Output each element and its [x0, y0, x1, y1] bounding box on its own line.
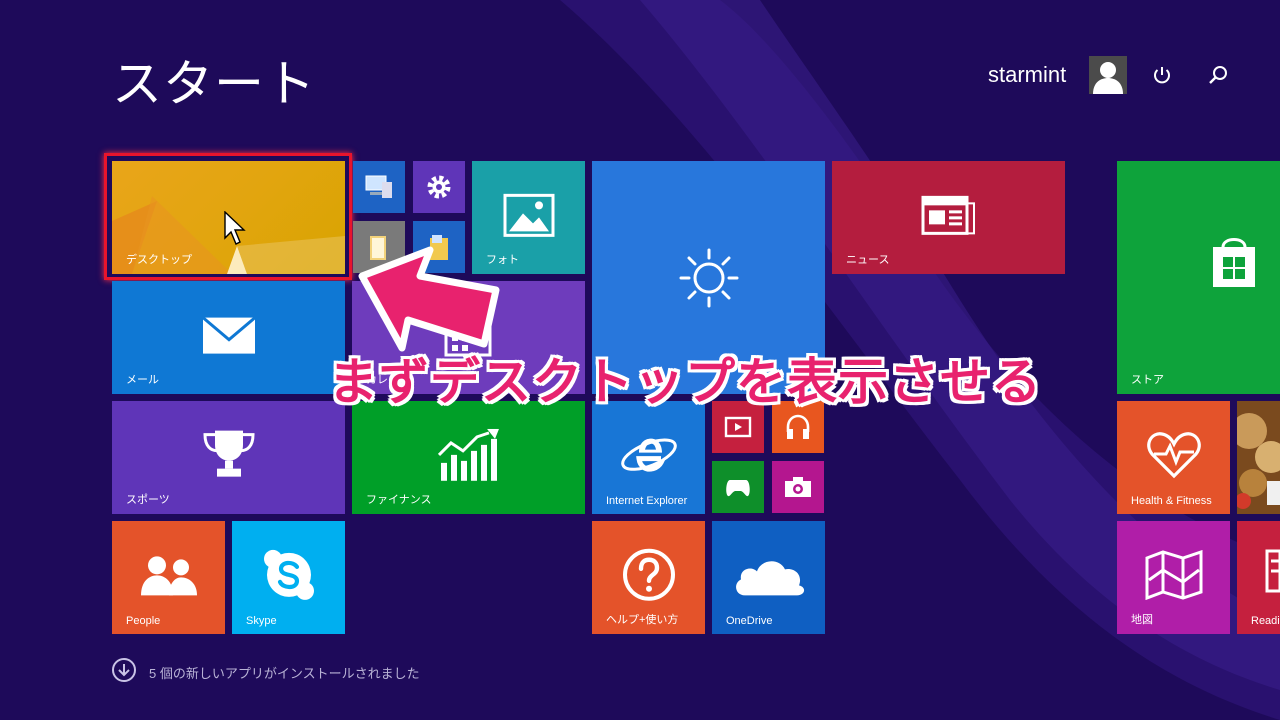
tile-settings[interactable] — [413, 161, 465, 213]
people-icon — [140, 555, 197, 595]
tile-reading-list[interactable]: Readi — [1237, 521, 1280, 634]
tile-onedrive[interactable]: OneDrive — [712, 521, 825, 634]
tile-news[interactable]: ニュース — [832, 161, 1065, 274]
skype-icon — [263, 549, 314, 600]
reading-list-icon — [1265, 549, 1280, 593]
power-icon[interactable] — [1149, 62, 1175, 88]
highlight-box — [104, 153, 352, 280]
tile-label: メール — [126, 374, 159, 386]
tile-internet-explorer[interactable]: Internet Explorer — [592, 401, 705, 514]
gear-icon — [427, 175, 451, 199]
tile-label: ニュース — [846, 254, 890, 266]
stock-chart-icon — [437, 428, 499, 481]
annotation-arrow — [358, 246, 500, 352]
tile-label: Internet Explorer — [606, 495, 688, 507]
tile-people[interactable]: People — [112, 521, 225, 634]
news-icon — [921, 195, 975, 235]
photo-icon — [503, 193, 554, 237]
tile-label: スポーツ — [126, 494, 170, 506]
tile-sports[interactable]: スポーツ — [112, 401, 345, 514]
tile-health-fitness[interactable]: Health & Fitness — [1117, 401, 1230, 514]
tile-help-tips[interactable]: ヘルプ+使い方 — [592, 521, 705, 634]
heart-rate-icon — [1146, 431, 1201, 478]
user-name[interactable]: starmint — [988, 62, 1066, 88]
search-icon[interactable] — [1205, 62, 1231, 88]
store-bag-icon — [1213, 238, 1255, 287]
help-question-icon — [622, 548, 675, 601]
page-title: スタート — [112, 56, 316, 112]
tile-food-drink[interactable] — [1237, 401, 1280, 514]
tile-maps[interactable]: 地図 — [1117, 521, 1230, 634]
food-photo — [1237, 401, 1280, 514]
mail-icon — [201, 315, 256, 354]
tile-label: ファイナンス — [366, 494, 432, 506]
headphones-icon — [786, 414, 810, 439]
user-icon — [1093, 62, 1123, 94]
annotation-text: まずデスクトップを表示させる — [328, 354, 1042, 410]
camera-icon — [785, 477, 811, 497]
cloud-icon — [735, 560, 804, 595]
tile-label: Readi — [1251, 615, 1280, 627]
tile-skype[interactable]: Skype — [232, 521, 345, 634]
tile-mail[interactable]: メール — [112, 281, 345, 394]
install-notice-text: 5 個の新しいアプリがインストールされました — [149, 666, 420, 681]
computer-icon — [365, 175, 392, 198]
tile-label: Skype — [246, 615, 277, 627]
tile-label: Health & Fitness — [1131, 495, 1212, 507]
tile-label: People — [126, 615, 161, 627]
tile-store[interactable]: ストア — [1117, 161, 1280, 394]
tile-label: ヘルプ+使い方 — [606, 614, 679, 626]
trophy-icon — [202, 430, 255, 477]
tile-games[interactable] — [712, 461, 764, 513]
sun-icon — [679, 248, 738, 307]
tile-finance[interactable]: ファイナンス — [352, 401, 585, 514]
tile-label: ストア — [1131, 374, 1164, 386]
tile-this-pc[interactable] — [353, 161, 405, 213]
tile-label: 地図 — [1131, 614, 1153, 626]
tile-camera[interactable] — [772, 461, 824, 513]
video-icon — [724, 416, 752, 438]
xbox-controller-icon — [726, 480, 750, 497]
tile-label: OneDrive — [726, 615, 773, 627]
avatar[interactable] — [1089, 56, 1127, 94]
internet-explorer-icon — [620, 438, 677, 472]
download-arrow-icon[interactable] — [112, 658, 136, 682]
map-icon — [1145, 549, 1202, 600]
